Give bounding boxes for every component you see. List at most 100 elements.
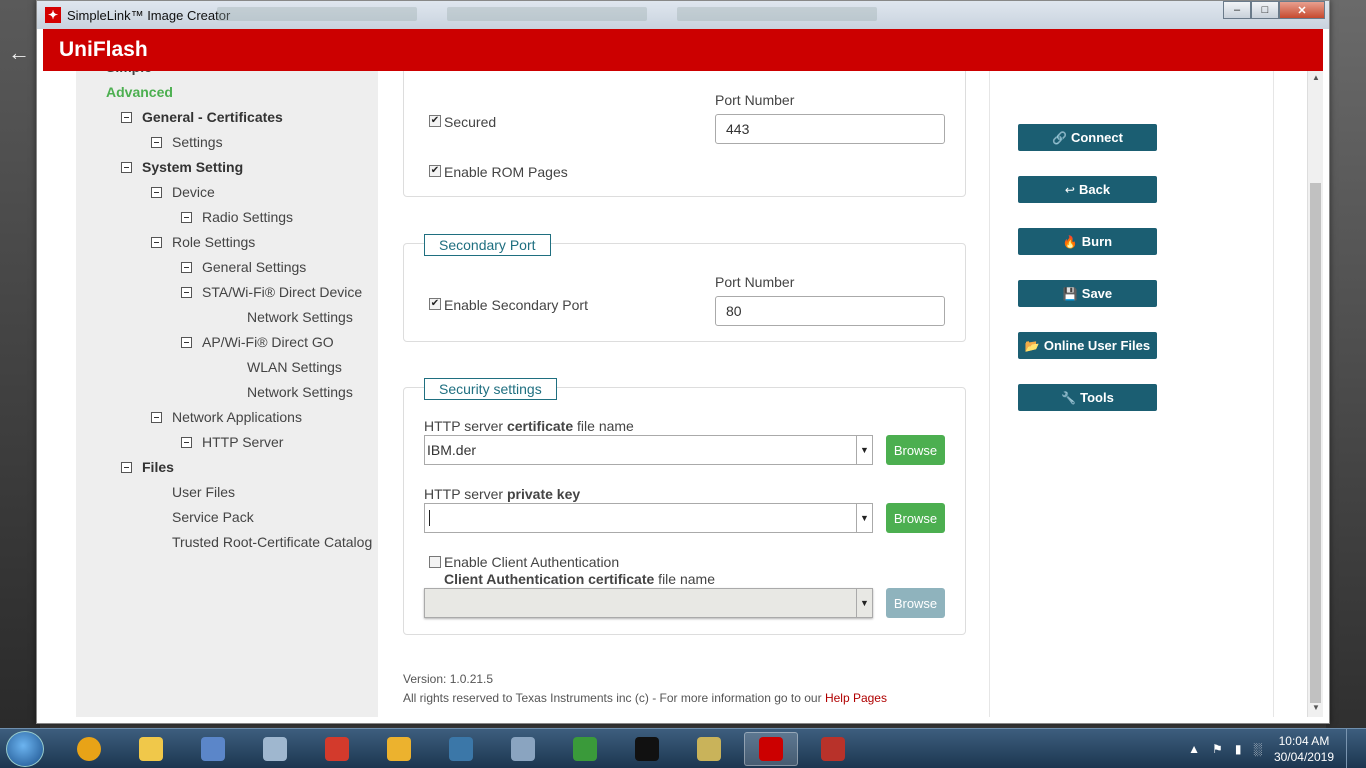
certificate-file-label: HTTP server certificate file name <box>424 418 634 434</box>
sidebar-item-wlan-settings[interactable]: WLAN Settings <box>226 359 342 375</box>
sidebar-item-advanced[interactable]: Advanced <box>106 84 173 100</box>
sidebar-item-service-pack[interactable]: Service Pack <box>151 509 254 525</box>
sidebar-item-role-settings[interactable]: Role Settings <box>151 234 255 250</box>
network-tool-icon[interactable] <box>186 732 240 766</box>
certificate-browse-button[interactable]: Browse <box>886 435 945 465</box>
enable-secondary-port-checkbox[interactable]: ✔ <box>429 298 441 310</box>
collapse-toggle-icon[interactable] <box>151 186 162 198</box>
sidebar-item-label: Advanced <box>106 84 173 100</box>
help-pages-link[interactable]: Help Pages <box>825 691 887 705</box>
sidebar-item-general-certificates[interactable]: General - Certificates <box>121 109 283 125</box>
flag-icon[interactable]: ⚑ <box>1212 742 1223 756</box>
sidebar-item-label: AP/Wi-Fi® Direct GO <box>202 334 334 350</box>
scrollbar-thumb[interactable] <box>1310 183 1321 703</box>
start-button[interactable] <box>6 731 44 767</box>
collapse-toggle-icon[interactable] <box>121 111 132 123</box>
minimize-button[interactable]: – <box>1223 1 1251 19</box>
back-arrow-icon: ← <box>8 40 30 65</box>
sidebar-item-http-server[interactable]: HTTP Server <box>181 434 283 450</box>
enable-rom-pages-checkbox[interactable]: ✔ <box>429 165 441 177</box>
copyright-text: All rights reserved to Texas Instruments… <box>403 691 887 705</box>
sidebar-item-network-settings[interactable]: Network Settings <box>226 384 353 400</box>
sidebar-item-label: User Files <box>172 484 236 500</box>
back-icon: ↩ <box>1064 182 1075 197</box>
client-auth-checkbox[interactable] <box>429 556 441 568</box>
maximize-button[interactable]: □ <box>1251 1 1279 19</box>
certificate-file-select[interactable]: IBM.der ▼ <box>424 435 873 465</box>
uniflash-icon[interactable] <box>744 732 798 766</box>
collapse-toggle-icon[interactable] <box>151 411 162 423</box>
network-icon[interactable] <box>558 732 612 766</box>
clock[interactable]: 10:04 AM 30/04/2019 <box>1274 733 1334 765</box>
client-cert-file-select[interactable]: ▼ <box>424 588 873 618</box>
action-label: Save <box>1081 286 1113 301</box>
connect-button[interactable]: 🔗 Connect <box>1018 124 1157 151</box>
collapse-toggle-icon[interactable] <box>121 461 132 473</box>
file-explorer-icon[interactable] <box>124 732 178 766</box>
collapse-toggle-icon[interactable] <box>121 161 132 173</box>
sidebar-item-label: Settings <box>172 134 223 150</box>
port-number-label: Port Number <box>715 92 795 108</box>
vertical-scrollbar[interactable]: ▲ ▼ <box>1307 71 1323 717</box>
sidebar-item-radio-settings[interactable]: Radio Settings <box>181 209 293 225</box>
sidebar-item-sta-wi-fi-direct-device[interactable]: STA/Wi-Fi® Direct Device <box>181 284 362 300</box>
online-user-files-button[interactable]: 📂 Online User Files <box>1018 332 1157 359</box>
collapse-toggle-icon[interactable] <box>151 236 162 248</box>
floppy-icon: 💾 <box>1062 286 1078 301</box>
sidebar-item-network-applications[interactable]: Network Applications <box>151 409 302 425</box>
desktop-background-right <box>1326 0 1366 730</box>
scroll-up-icon[interactable]: ▲ <box>1308 73 1323 87</box>
collapse-toggle-icon[interactable] <box>181 211 192 223</box>
flame-icon: 🔥 <box>1062 234 1078 249</box>
app-window: ✦ SimpleLink™ Image Creator – □ ✕ UniFla… <box>36 0 1330 724</box>
python-icon[interactable] <box>434 732 488 766</box>
chrome-icon[interactable] <box>62 732 116 766</box>
save-button[interactable]: 💾 Save <box>1018 280 1157 307</box>
private-key-select[interactable]: ▼ <box>424 503 873 533</box>
desktop-background-left <box>0 0 40 730</box>
secondary-port-legend: Secondary Port <box>424 234 551 256</box>
title-bar[interactable]: ✦ SimpleLink™ Image Creator – □ ✕ <box>37 1 1329 29</box>
sidebar-item-label: General Settings <box>202 259 307 275</box>
sidebar-item-files[interactable]: Files <box>121 459 174 475</box>
sidebar-item-ap-wi-fi-direct-go[interactable]: AP/Wi-Fi® Direct GO <box>181 334 334 350</box>
sidebar-item-trusted-root-certificate-catalog[interactable]: Trusted Root-Certificate Catalog <box>151 534 372 550</box>
calculator-icon[interactable] <box>248 732 302 766</box>
battery-icon[interactable]: ▮ <box>1235 742 1242 756</box>
secured-label: Secured <box>444 114 497 130</box>
scroll-down-icon[interactable]: ▼ <box>1308 703 1323 717</box>
secondary-port-number-input[interactable]: 80 <box>715 296 945 326</box>
sidebar-item-user-files[interactable]: User Files <box>151 484 235 500</box>
terminal-icon[interactable] <box>620 732 674 766</box>
sidebar-item-simple[interactable]: Simple <box>106 71 152 75</box>
toolbox-icon[interactable] <box>806 732 860 766</box>
collapse-toggle-icon[interactable] <box>181 286 192 298</box>
device-icon[interactable] <box>496 732 550 766</box>
tool-icon[interactable] <box>682 732 736 766</box>
show-desktop-button[interactable] <box>1346 729 1356 768</box>
chevron-down-icon: ▼ <box>856 589 872 617</box>
signal-icon[interactable]: ░ <box>1253 742 1262 756</box>
back-button[interactable]: ↩ Back <box>1018 176 1157 203</box>
folder-icon: 📂 <box>1024 338 1040 353</box>
collapse-toggle-icon[interactable] <box>181 336 192 348</box>
private-key-browse-button[interactable]: Browse <box>886 503 945 533</box>
sidebar-item-settings[interactable]: Settings <box>151 134 223 150</box>
sidebar-item-system-setting[interactable]: System Setting <box>121 159 243 175</box>
close-button[interactable]: ✕ <box>1279 1 1325 19</box>
collapse-toggle-icon[interactable] <box>151 136 162 148</box>
sidebar-item-device[interactable]: Device <box>151 184 215 200</box>
sidebar-item-network-settings[interactable]: Network Settings <box>226 309 353 325</box>
collapse-toggle-icon[interactable] <box>181 261 192 273</box>
tray-expand-icon[interactable]: ▲ <box>1188 742 1200 756</box>
port-number-input[interactable]: 443 <box>715 114 945 144</box>
collapse-toggle-icon[interactable] <box>181 436 192 448</box>
client-cert-browse-button[interactable]: Browse <box>886 588 945 618</box>
burn-button[interactable]: 🔥 Burn <box>1018 228 1157 255</box>
action-label: Connect <box>1070 130 1123 145</box>
tools-button[interactable]: 🔧 Tools <box>1018 384 1157 411</box>
sidebar-item-general-settings[interactable]: General Settings <box>181 259 306 275</box>
slack-icon[interactable] <box>372 732 426 766</box>
secured-checkbox[interactable]: ✔ <box>429 115 441 127</box>
office-icon[interactable] <box>310 732 364 766</box>
